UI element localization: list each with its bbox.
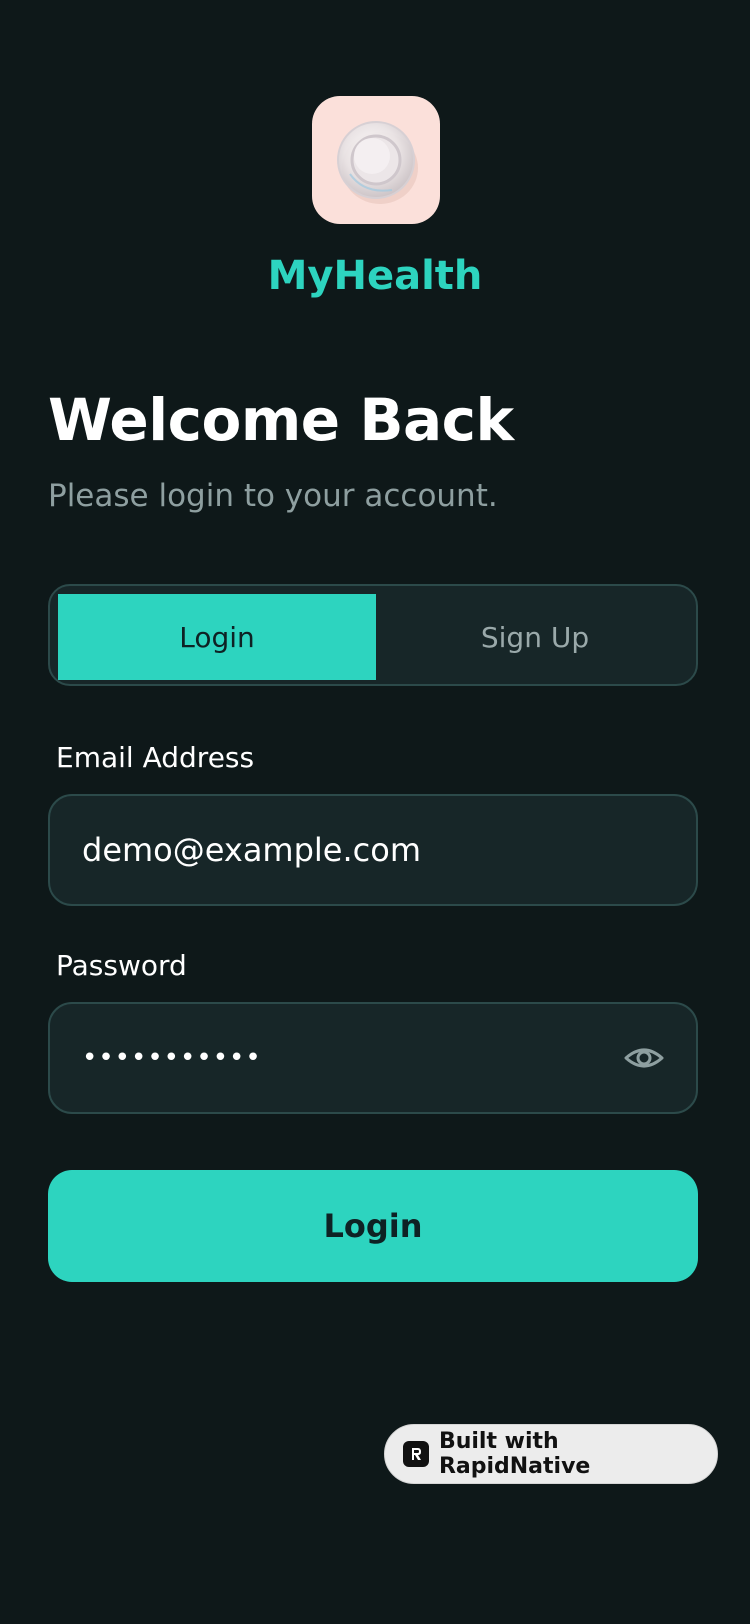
email-label: Email Address (56, 741, 255, 774)
eye-icon[interactable] (624, 1040, 664, 1076)
badge-label: Built with RapidNative (438, 1429, 591, 1479)
tab-login[interactable]: Login (58, 594, 376, 680)
built-with-badge[interactable]: Built with RapidNative (384, 1424, 718, 1484)
password-label: Password (56, 949, 187, 982)
password-input[interactable]: ••••••••••• (82, 1004, 602, 1112)
glass-ring-icon (337, 121, 418, 204)
tab-sign-up[interactable]: Sign Up (376, 594, 694, 680)
login-button[interactable]: Login (48, 1170, 698, 1282)
app-name: MyHealth (267, 253, 483, 299)
email-field[interactable] (48, 794, 698, 906)
page-subtitle: Please login to your account. (48, 478, 498, 514)
rapidnative-logo-icon (403, 1441, 429, 1467)
app-logo (312, 96, 440, 224)
page-title: Welcome Back (48, 386, 514, 454)
email-input[interactable] (82, 796, 602, 904)
password-field[interactable]: ••••••••••• (48, 1002, 698, 1114)
auth-tab-switcher: Login Sign Up (48, 584, 698, 686)
